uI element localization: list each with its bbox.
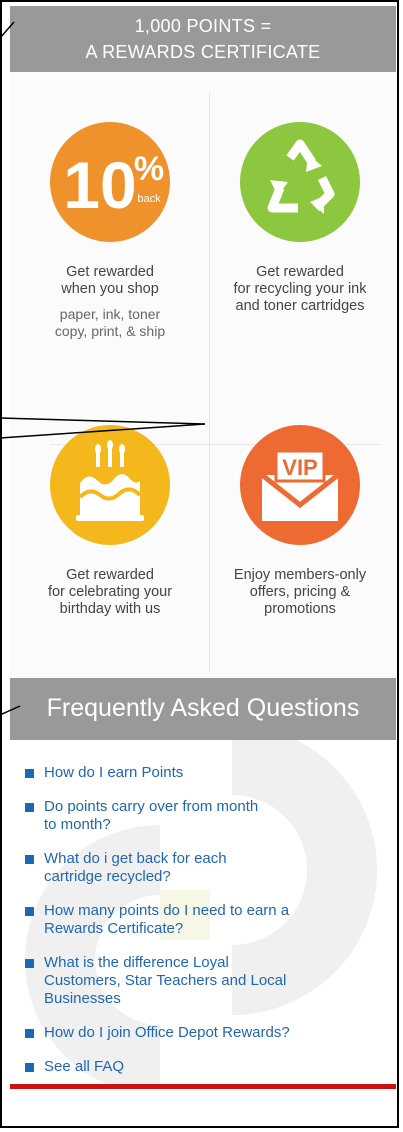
feature-title-line: promotions (264, 601, 336, 617)
bullet-square-icon (25, 769, 34, 778)
icon-percent-text: % (134, 150, 164, 188)
feature-title: Get rewarded when you shop (20, 264, 200, 298)
footer-red-rule (10, 1084, 396, 1089)
feature-title-line: Get rewarded (66, 264, 154, 280)
recycle-icon (240, 122, 360, 242)
faq-heading-bar: Frequently Asked Questions (10, 678, 396, 740)
faq-link-see-all[interactable]: See all FAQ (25, 1058, 355, 1076)
icon-10-text: 10 (63, 148, 136, 222)
feature-title: Get rewarded for celebrating your birthd… (20, 567, 200, 618)
bullet-square-icon (25, 803, 34, 812)
icon-back-text: back (137, 193, 161, 205)
feature-subtitle-line: paper, ink, toner (59, 306, 161, 322)
faq-link-join-rewards[interactable]: How do I join Office Depot Rewards? (25, 1024, 355, 1042)
faq-list: How do I earn Points Do points carry ove… (25, 764, 355, 1076)
feature-title: Enjoy members-only offers, pricing & pro… (210, 567, 390, 618)
bullet-square-icon (25, 1029, 34, 1038)
faq-link-rewards-certificate[interactable]: How many points do I need to earn a Rewar… (25, 902, 355, 938)
feature-subtitle: paper, ink, toner copy, print, & ship (20, 306, 200, 340)
vip-envelope-icon: VIP (240, 425, 360, 545)
faq-link-earn-points[interactable]: How do I earn Points (25, 764, 355, 782)
feature-title-line: birthday with us (59, 601, 161, 617)
faq-link-loyal-customers[interactable]: What is the difference Loyal Customers, S… (25, 954, 355, 1008)
feature-title-line: Enjoy members-only (233, 567, 367, 583)
feature-title-line: Get rewarded (66, 567, 154, 583)
banner-line-1: 1,000 POINTS = (134, 16, 272, 36)
feature-title: Get rewarded for recycling your ink and … (210, 264, 390, 315)
bullet-square-icon (25, 1063, 34, 1072)
feature-title-line: when you shop (61, 281, 159, 297)
faq-link-cartridge-recycled[interactable]: What do i get back for each cartridge rec… (25, 850, 355, 886)
faq-link-points-carry-over[interactable]: Do points carry over from month to month? (25, 798, 355, 834)
bullet-square-icon (25, 959, 34, 968)
feature-title-line: for recycling your ink (233, 281, 367, 297)
feature-title-line: and toner cartridges (235, 298, 365, 314)
feature-vip: VIP Enjoy members-only offers, pricing &… (210, 425, 390, 618)
points-banner: 1,000 POINTS = A REWARDS CERTIFICATE (10, 6, 396, 72)
faq-section: How do I earn Points Do points carry ove… (10, 740, 396, 1085)
bullet-square-icon (25, 907, 34, 916)
feature-subtitle-line: copy, print, & ship (54, 323, 166, 339)
feature-shop: 10 % back Get rewarded when you shop pap… (20, 122, 200, 340)
banner-line-2: A REWARDS CERTIFICATE (85, 42, 321, 62)
rewards-features-panel: 10 % back Get rewarded when you shop pap… (10, 72, 396, 682)
vip-text: VIP (282, 455, 317, 480)
ten-percent-back-icon: 10 % back (50, 122, 170, 242)
birthday-cake-icon (50, 425, 170, 545)
feature-title-line: for celebrating your (47, 584, 173, 600)
feature-recycle: Get rewarded for recycling your ink and … (210, 122, 390, 315)
bullet-square-icon (25, 855, 34, 864)
faq-heading: Frequently Asked Questions (46, 694, 360, 722)
feature-birthday: Get rewarded for celebrating your birthd… (20, 425, 200, 618)
feature-title-line: Get rewarded (256, 264, 344, 280)
feature-title-line: offers, pricing & (249, 584, 351, 600)
